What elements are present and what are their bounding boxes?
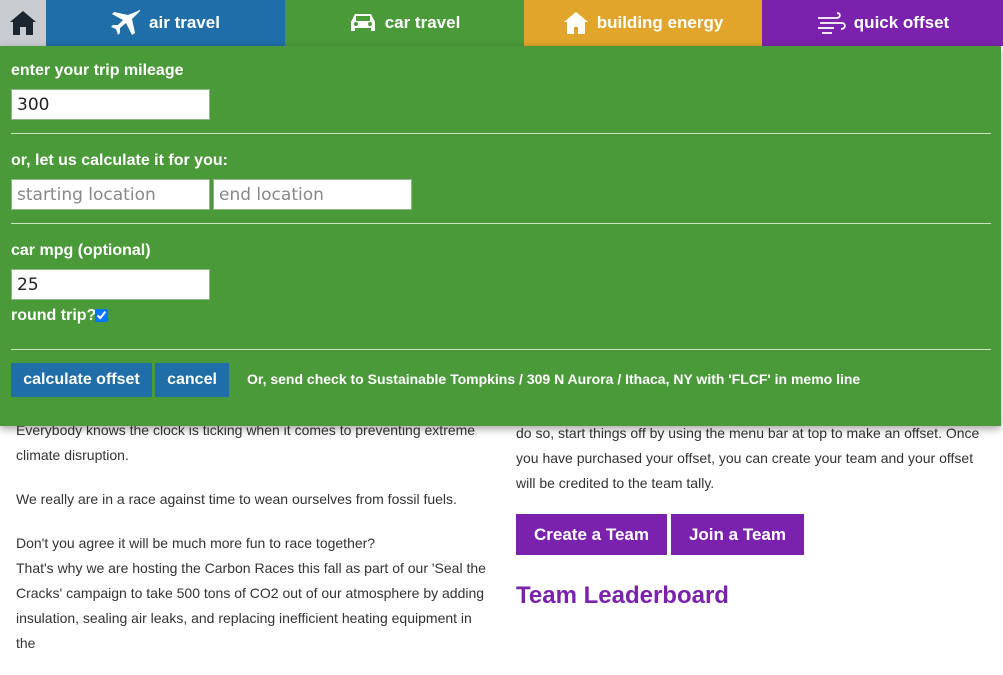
- airplane-icon: [111, 9, 141, 35]
- nav-quick-offset[interactable]: quick offset: [762, 0, 1003, 46]
- intro-paragraph-4: That's why we are hosting the Carbon Rac…: [16, 560, 486, 651]
- divider: [11, 349, 991, 350]
- car-travel-panel: enter your trip mileage or, let us calcu…: [0, 46, 1001, 426]
- calculate-label: or, let us calculate it for you:: [11, 152, 228, 169]
- intro-paragraph-3: Don't you agree it will be much more fun…: [16, 535, 376, 551]
- round-trip-checkbox[interactable]: [95, 309, 108, 322]
- car-icon: [350, 14, 375, 31]
- create-team-button[interactable]: Create a Team: [516, 514, 667, 555]
- house-icon: [563, 12, 588, 34]
- nav-air-travel[interactable]: air travel: [46, 0, 285, 46]
- team-buttons: Create a Team Join a Team: [516, 514, 804, 555]
- check-mail-note: Or, send check to Sustainable Tompkins /…: [247, 371, 861, 387]
- round-trip-label: round trip?: [11, 307, 97, 324]
- end-location-input[interactable]: [213, 179, 412, 210]
- mileage-label: enter your trip mileage: [11, 62, 184, 79]
- nav-building-label: building energy: [596, 13, 724, 32]
- divider: [11, 133, 991, 134]
- leaderboard-title: Team Leaderboard: [516, 582, 729, 609]
- cancel-button[interactable]: cancel: [155, 363, 229, 397]
- nav-car-travel[interactable]: car travel: [285, 0, 524, 46]
- intro-text: Everybody knows the clock is ticking whe…: [16, 418, 490, 675]
- wind-icon: [817, 12, 846, 34]
- home-icon: [10, 11, 36, 35]
- home-button[interactable]: [0, 0, 46, 46]
- join-team-button[interactable]: Join a Team: [670, 514, 804, 555]
- intro-paragraph-2: We really are in a race against time to …: [16, 491, 457, 507]
- team-instructions: do so, start things off by using the men…: [516, 425, 980, 491]
- mpg-input[interactable]: [11, 269, 210, 300]
- nav-building-energy[interactable]: building energy: [524, 0, 762, 46]
- nav-quick-label: quick offset: [853, 13, 950, 32]
- nav-air-label: air travel: [149, 13, 220, 32]
- mileage-input[interactable]: [11, 89, 210, 120]
- mpg-label: car mpg (optional): [11, 242, 151, 259]
- top-nav: air travel car travel building energy qu…: [0, 0, 1003, 46]
- calculate-offset-button[interactable]: calculate offset: [11, 363, 152, 397]
- start-location-input[interactable]: [11, 179, 210, 210]
- divider: [11, 223, 991, 224]
- nav-car-label: car travel: [384, 13, 461, 32]
